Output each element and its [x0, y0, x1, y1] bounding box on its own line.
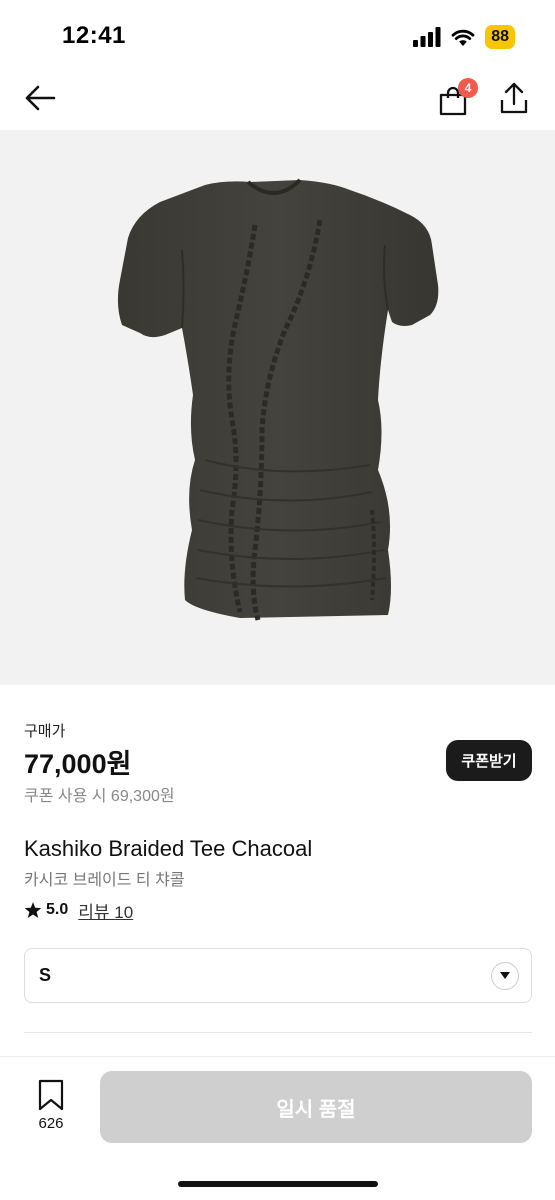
bookmark-button[interactable]: 626: [28, 1079, 74, 1139]
status-time: 12:41: [62, 22, 126, 49]
bottom-action-bar: 626 일시 품절: [0, 1056, 555, 1200]
price-label: 구매가: [24, 723, 66, 740]
share-icon: [500, 82, 528, 114]
get-coupon-button[interactable]: 쿠폰받기: [446, 740, 532, 781]
dropdown-toggle[interactable]: [491, 962, 519, 990]
product-name-korean: 카시코 브레이드 티 챠콜: [24, 872, 185, 889]
braided-tee-illustration: [117, 178, 439, 621]
bookmark-icon: [38, 1079, 64, 1111]
home-indicator: [178, 1181, 378, 1187]
sold-out-button[interactable]: 일시 품절: [100, 1071, 532, 1143]
rating-row: 5.0 리뷰 10: [24, 898, 133, 922]
wifi-icon: [451, 29, 475, 46]
battery-indicator: 88: [485, 25, 515, 49]
section-divider: [24, 1032, 532, 1033]
status-bar: 12:41 88: [0, 0, 555, 64]
rating-value: 5.0: [46, 901, 69, 918]
cart-count-badge: 4: [458, 78, 478, 98]
product-price: 77,000원: [24, 749, 132, 779]
star-icon: [24, 902, 42, 918]
share-button[interactable]: [494, 78, 534, 118]
selected-size: S: [39, 965, 52, 985]
cart-button[interactable]: 4: [432, 78, 478, 118]
back-arrow-icon: [25, 85, 56, 111]
back-button[interactable]: [20, 78, 60, 118]
coupon-price: 쿠폰 사용 시 69,300원: [24, 788, 175, 805]
size-select[interactable]: S: [24, 948, 532, 1003]
review-link[interactable]: 리뷰 10: [78, 898, 133, 923]
chevron-down-icon: [500, 972, 510, 979]
app-header: 4: [0, 68, 555, 128]
bookmark-count: 626: [38, 1115, 64, 1132]
cellular-signal-icon: [413, 27, 441, 47]
product-image[interactable]: [0, 130, 555, 685]
status-icons: 88: [413, 24, 515, 50]
product-name: Kashiko Braided Tee Chacoal: [24, 836, 313, 861]
